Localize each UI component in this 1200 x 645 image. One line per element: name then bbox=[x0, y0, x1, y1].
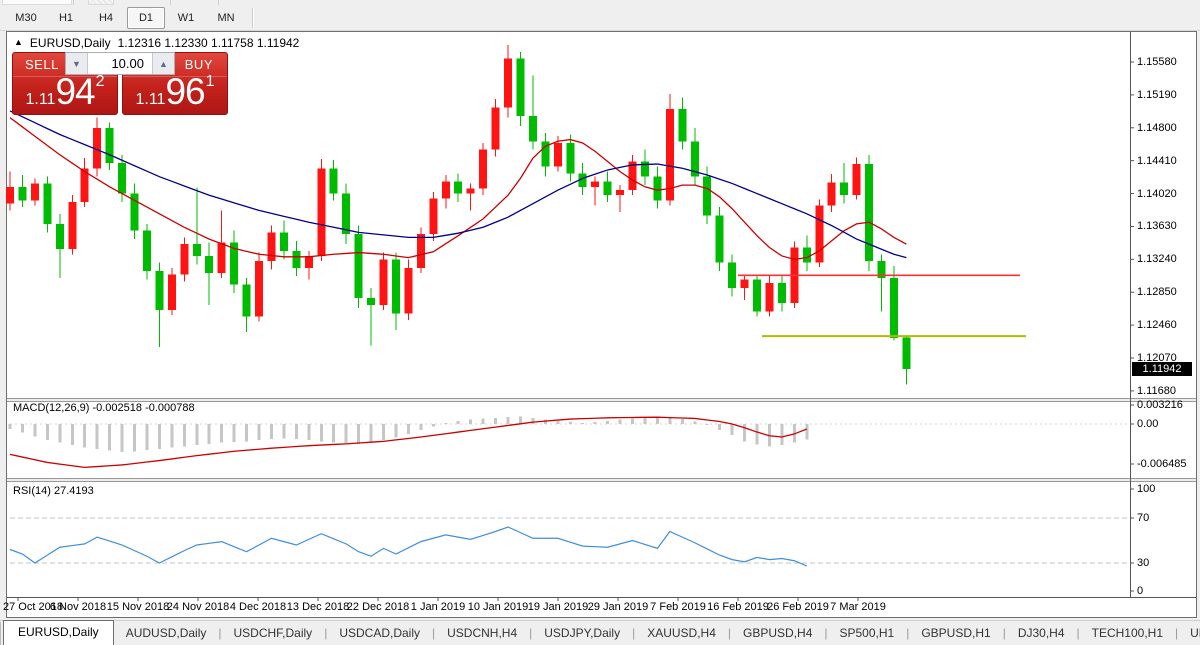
date-axis-label: 1 Jan 2019 bbox=[411, 601, 465, 613]
sell-quote-pips: 94 bbox=[55, 71, 94, 112]
date-axis-label: 29 Jan 2019 bbox=[588, 601, 649, 613]
symbol-title: EURUSD,Daily bbox=[30, 36, 111, 50]
macd-axis-label: 0.00 bbox=[1137, 418, 1158, 430]
macd-axis-label: 0.003216 bbox=[1137, 399, 1183, 411]
tab-usdjpy-daily[interactable]: USDJPY,Daily bbox=[532, 622, 632, 645]
tab-dj30-h4[interactable]: DJ30,H4 bbox=[1006, 622, 1077, 645]
volume-spinner: ▼ ▲ bbox=[65, 52, 175, 75]
sell-quote-figure: 1.11 bbox=[25, 91, 55, 108]
chart-tab-bar: EURUSD,DailyAUDUSD,Daily|USDCHF,Daily|US… bbox=[0, 620, 1200, 645]
volume-decrease-button[interactable]: ▼ bbox=[66, 53, 88, 74]
rsi-axis-label: 100 bbox=[1137, 483, 1155, 495]
date-axis-label: 26 Feb 2019 bbox=[767, 601, 829, 613]
date-axis-label: 24 Nov 2018 bbox=[167, 601, 229, 613]
price-axis-label: 1.13630 bbox=[1137, 220, 1177, 232]
chart-window[interactable] bbox=[6, 31, 1197, 618]
buy-quote[interactable]: 1.11961 bbox=[123, 73, 227, 109]
tab-ukoil[interactable]: UKOil, bbox=[1178, 622, 1200, 645]
sell-quote[interactable]: 1.11942 bbox=[13, 73, 117, 109]
collapse-panel-arrow-icon[interactable]: ▲ bbox=[14, 37, 23, 47]
buy-quote-point: 1 bbox=[206, 73, 215, 90]
ohlc-values: 1.12316 1.12330 1.11758 1.11942 bbox=[118, 36, 300, 50]
price-axis-label: 1.14800 bbox=[1137, 122, 1177, 134]
tab-usdcad-daily[interactable]: USDCAD,Daily bbox=[327, 622, 432, 645]
timeframe-button-h4[interactable]: H4 bbox=[87, 7, 125, 29]
rsi-axis-label: 70 bbox=[1137, 512, 1149, 524]
tab-gbpusd-h4[interactable]: GBPUSD,H4 bbox=[731, 622, 824, 645]
chevron-up-icon: ▲ bbox=[159, 59, 168, 69]
chevron-down-icon: ▼ bbox=[72, 59, 81, 69]
price-axis-label: 1.13240 bbox=[1137, 253, 1177, 265]
timeframe-button-mn[interactable]: MN bbox=[207, 7, 245, 29]
date-axis-label: 13 Dec 2018 bbox=[287, 601, 349, 613]
tab-sp500-h1[interactable]: SP500,H1 bbox=[828, 622, 907, 645]
timeframe-button-h1[interactable]: H1 bbox=[47, 7, 85, 29]
rsi-axis-label: 30 bbox=[1137, 557, 1149, 569]
rsi-axis-label: 0 bbox=[1137, 585, 1143, 597]
date-axis-label: 7 Mar 2019 bbox=[830, 601, 886, 613]
date-axis-label: 16 Feb 2019 bbox=[707, 601, 769, 613]
timeframe-button-m30[interactable]: M30 bbox=[7, 7, 45, 29]
price-axis-label: 1.15580 bbox=[1137, 56, 1177, 68]
macd-axis-label: -0.006485 bbox=[1137, 458, 1187, 470]
price-axis-label: 1.12850 bbox=[1137, 286, 1177, 298]
date-axis-label: 7 Feb 2019 bbox=[650, 601, 706, 613]
price-axis-label: 1.12460 bbox=[1137, 319, 1177, 331]
buy-quote-pips: 96 bbox=[165, 71, 204, 112]
timeframe-toolbar: M30H1H4D1W1MN bbox=[0, 5, 1200, 31]
date-axis-label: 22 Dec 2018 bbox=[347, 601, 409, 613]
date-axis-label: 6 Nov 2018 bbox=[50, 601, 106, 613]
one-click-trade-panel: SELL 1.11942 BUY 1.11961 ▼ ▲ bbox=[12, 52, 228, 115]
date-axis-label: 10 Jan 2019 bbox=[468, 601, 529, 613]
tab-usdcnh-h4[interactable]: USDCNH,H4 bbox=[435, 622, 529, 645]
tab-eurusd-daily[interactable]: EURUSD,Daily bbox=[3, 620, 114, 645]
rsi-indicator-label: RSI(14) 27.4193 bbox=[13, 485, 94, 497]
tab-bar-edge bbox=[0, 622, 1, 645]
price-axis-label: 1.14020 bbox=[1137, 188, 1177, 200]
date-axis-label: 15 Nov 2018 bbox=[107, 601, 169, 613]
toolbar-separator bbox=[252, 8, 254, 28]
timeframe-button-d1[interactable]: D1 bbox=[127, 7, 165, 29]
buy-quote-figure: 1.11 bbox=[135, 91, 165, 108]
macd-indicator-label: MACD(12,26,9) -0.002518 -0.000788 bbox=[13, 402, 195, 414]
date-axis-label: 4 Dec 2018 bbox=[230, 601, 286, 613]
current-price-tag: 1.11942 bbox=[1132, 362, 1192, 376]
tab-gbpusd-h1[interactable]: GBPUSD,H1 bbox=[909, 622, 1002, 645]
sell-button[interactable]: SELL bbox=[25, 57, 59, 72]
tab-usdchf-daily[interactable]: USDCHF,Daily bbox=[222, 622, 325, 645]
date-axis-label: 19 Jan 2019 bbox=[528, 601, 589, 613]
price-axis-label: 1.15190 bbox=[1137, 89, 1177, 101]
tab-tech100-h1[interactable]: TECH100,H1 bbox=[1080, 622, 1175, 645]
tab-xauusd-h4[interactable]: XAUUSD,H4 bbox=[635, 622, 728, 645]
trading-terminal: M30H1H4D1W1MN ▲ EURUSD,Daily 1.12316 1.1… bbox=[0, 0, 1200, 645]
timeframe-button-w1[interactable]: W1 bbox=[167, 7, 205, 29]
sell-quote-point: 2 bbox=[96, 73, 105, 90]
volume-input[interactable] bbox=[88, 53, 152, 74]
chart-title: ▲ EURUSD,Daily 1.12316 1.12330 1.11758 1… bbox=[14, 36, 299, 50]
volume-increase-button[interactable]: ▲ bbox=[152, 53, 174, 74]
price-axis-label: 1.11680 bbox=[1137, 385, 1176, 397]
tab-audusd-daily[interactable]: AUDUSD,Daily bbox=[114, 622, 219, 645]
buy-button[interactable]: BUY bbox=[185, 57, 213, 72]
price-axis-label: 1.14410 bbox=[1137, 155, 1177, 167]
